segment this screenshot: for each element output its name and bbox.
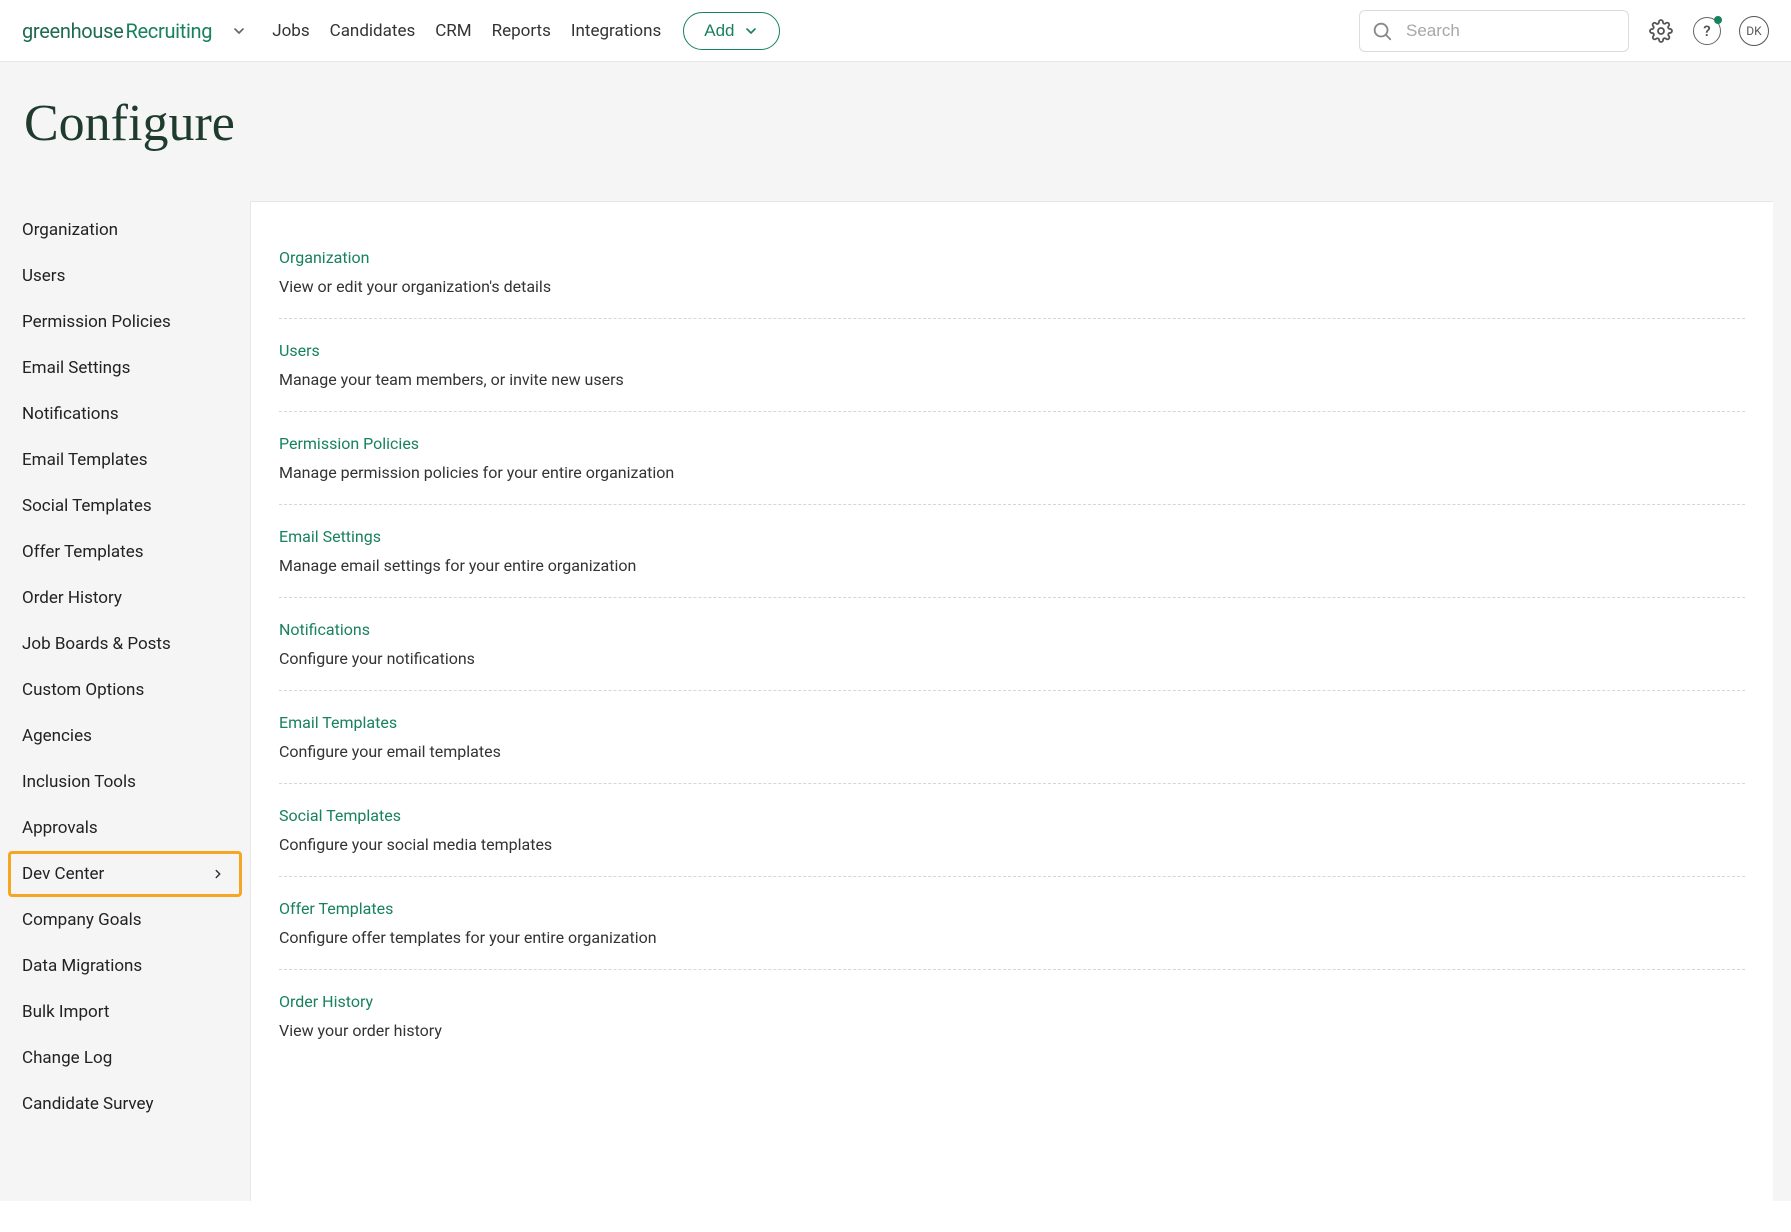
section-organization: Organization View or edit your organizat… <box>279 226 1745 319</box>
sidebar-item-candidate-survey[interactable]: Candidate Survey <box>0 1081 250 1127</box>
section-desc: Configure your email templates <box>279 742 1745 761</box>
sidebar-item-label: Agencies <box>22 726 92 746</box>
section-permission-policies: Permission Policies Manage permission po… <box>279 412 1745 505</box>
sidebar-item-inclusion-tools[interactable]: Inclusion Tools <box>0 759 250 805</box>
sidebar-item-label: Candidate Survey <box>22 1094 154 1114</box>
sidebar-item-offer-templates[interactable]: Offer Templates <box>0 529 250 575</box>
sidebar-item-label: Change Log <box>22 1048 112 1068</box>
section-title-link[interactable]: Offer Templates <box>279 899 1745 918</box>
section-email-settings: Email Settings Manage email settings for… <box>279 505 1745 598</box>
section-offer-templates: Offer Templates Configure offer template… <box>279 877 1745 970</box>
content-wrap: Organization Users Permission Policies E… <box>0 201 1791 1201</box>
section-title-link[interactable]: Social Templates <box>279 806 1745 825</box>
sidebar-item-dev-center[interactable]: Dev Center <box>8 851 242 897</box>
sidebar-item-email-settings[interactable]: Email Settings <box>0 345 250 391</box>
sidebar-item-label: Custom Options <box>22 680 144 700</box>
sidebar-item-custom-options[interactable]: Custom Options <box>0 667 250 713</box>
primary-nav: Jobs Candidates CRM Reports Integrations <box>272 21 661 41</box>
sidebar-item-job-boards-posts[interactable]: Job Boards & Posts <box>0 621 250 667</box>
section-title-link[interactable]: Email Templates <box>279 713 1745 732</box>
sidebar-item-label: Bulk Import <box>22 1002 109 1022</box>
chevron-right-icon <box>211 867 225 881</box>
sidebar-item-email-templates[interactable]: Email Templates <box>0 437 250 483</box>
sidebar-item-label: Notifications <box>22 404 119 424</box>
sidebar-item-data-migrations[interactable]: Data Migrations <box>0 943 250 989</box>
sidebar-item-label: Email Settings <box>22 358 130 378</box>
nav-jobs[interactable]: Jobs <box>272 21 309 41</box>
sidebar-item-order-history[interactable]: Order History <box>0 575 250 621</box>
sidebar-item-label: Social Templates <box>22 496 152 516</box>
page-title-bar: Configure <box>0 62 1791 201</box>
section-desc: View your order history <box>279 1021 1745 1040</box>
top-right-controls: ? DK <box>1359 10 1769 52</box>
section-social-templates: Social Templates Configure your social m… <box>279 784 1745 877</box>
add-button-label: Add <box>704 21 734 41</box>
avatar-initials: DK <box>1746 24 1761 38</box>
settings-button[interactable] <box>1647 17 1675 45</box>
nav-reports[interactable]: Reports <box>492 21 551 41</box>
section-desc: Configure your social media templates <box>279 835 1745 854</box>
sidebar-item-label: Organization <box>22 220 118 240</box>
sidebar-item-label: Order History <box>22 588 122 608</box>
nav-candidates[interactable]: Candidates <box>330 21 416 41</box>
sidebar-item-label: Company Goals <box>22 910 142 930</box>
nav-crm[interactable]: CRM <box>435 21 471 41</box>
brand-main: greenhouse <box>22 19 123 43</box>
help-button[interactable]: ? <box>1693 17 1721 45</box>
section-notifications: Notifications Configure your notificatio… <box>279 598 1745 691</box>
sidebar-item-label: Job Boards & Posts <box>22 634 171 654</box>
sidebar-item-label: Offer Templates <box>22 542 144 562</box>
section-title-link[interactable]: Email Settings <box>279 527 1745 546</box>
section-desc: Manage permission policies for your enti… <box>279 463 1745 482</box>
sidebar-item-label: Dev Center <box>22 864 104 884</box>
sidebar-item-agencies[interactable]: Agencies <box>0 713 250 759</box>
sidebar-item-bulk-import[interactable]: Bulk Import <box>0 989 250 1035</box>
section-desc: View or edit your organization's details <box>279 277 1745 296</box>
section-title-link[interactable]: Notifications <box>279 620 1745 639</box>
sidebar-item-label: Permission Policies <box>22 312 171 332</box>
section-title-link[interactable]: Order History <box>279 992 1745 1011</box>
sidebar-item-label: Data Migrations <box>22 956 142 976</box>
section-desc: Manage email settings for your entire or… <box>279 556 1745 575</box>
question-icon: ? <box>1703 22 1710 40</box>
main-panel: Organization View or edit your organizat… <box>250 201 1773 1201</box>
notification-dot-icon <box>1714 16 1722 24</box>
section-order-history: Order History View your order history <box>279 970 1745 1062</box>
search-icon <box>1371 20 1393 42</box>
page-title: Configure <box>24 94 1767 153</box>
avatar[interactable]: DK <box>1739 16 1769 46</box>
section-title-link[interactable]: Users <box>279 341 1745 360</box>
brand-chevron-icon[interactable] <box>228 20 250 42</box>
search-wrap <box>1359 10 1629 52</box>
section-desc: Manage your team members, or invite new … <box>279 370 1745 389</box>
sidebar-item-label: Users <box>22 266 65 286</box>
sidebar-item-label: Email Templates <box>22 450 148 470</box>
section-email-templates: Email Templates Configure your email tem… <box>279 691 1745 784</box>
sidebar-item-change-log[interactable]: Change Log <box>0 1035 250 1081</box>
sidebar-item-organization[interactable]: Organization <box>0 207 250 253</box>
sidebar: Organization Users Permission Policies E… <box>0 201 250 1201</box>
sidebar-item-label: Approvals <box>22 818 98 838</box>
sidebar-item-label: Inclusion Tools <box>22 772 136 792</box>
brand-sub: Recruiting <box>125 19 212 43</box>
section-title-link[interactable]: Permission Policies <box>279 434 1745 453</box>
gear-icon <box>1649 19 1673 43</box>
sidebar-item-company-goals[interactable]: Company Goals <box>0 897 250 943</box>
brand-logo[interactable]: greenhouse Recruiting <box>22 19 212 43</box>
sidebar-item-notifications[interactable]: Notifications <box>0 391 250 437</box>
chevron-down-icon <box>743 23 759 39</box>
section-users: Users Manage your team members, or invit… <box>279 319 1745 412</box>
search-input[interactable] <box>1359 10 1629 52</box>
section-desc: Configure offer templates for your entir… <box>279 928 1745 947</box>
section-desc: Configure your notifications <box>279 649 1745 668</box>
sidebar-item-social-templates[interactable]: Social Templates <box>0 483 250 529</box>
nav-integrations[interactable]: Integrations <box>571 21 661 41</box>
sidebar-item-approvals[interactable]: Approvals <box>0 805 250 851</box>
add-button[interactable]: Add <box>683 12 779 50</box>
section-title-link[interactable]: Organization <box>279 248 1745 267</box>
sidebar-item-permission-policies[interactable]: Permission Policies <box>0 299 250 345</box>
top-nav: greenhouse Recruiting Jobs Candidates CR… <box>0 0 1791 62</box>
sidebar-item-users[interactable]: Users <box>0 253 250 299</box>
